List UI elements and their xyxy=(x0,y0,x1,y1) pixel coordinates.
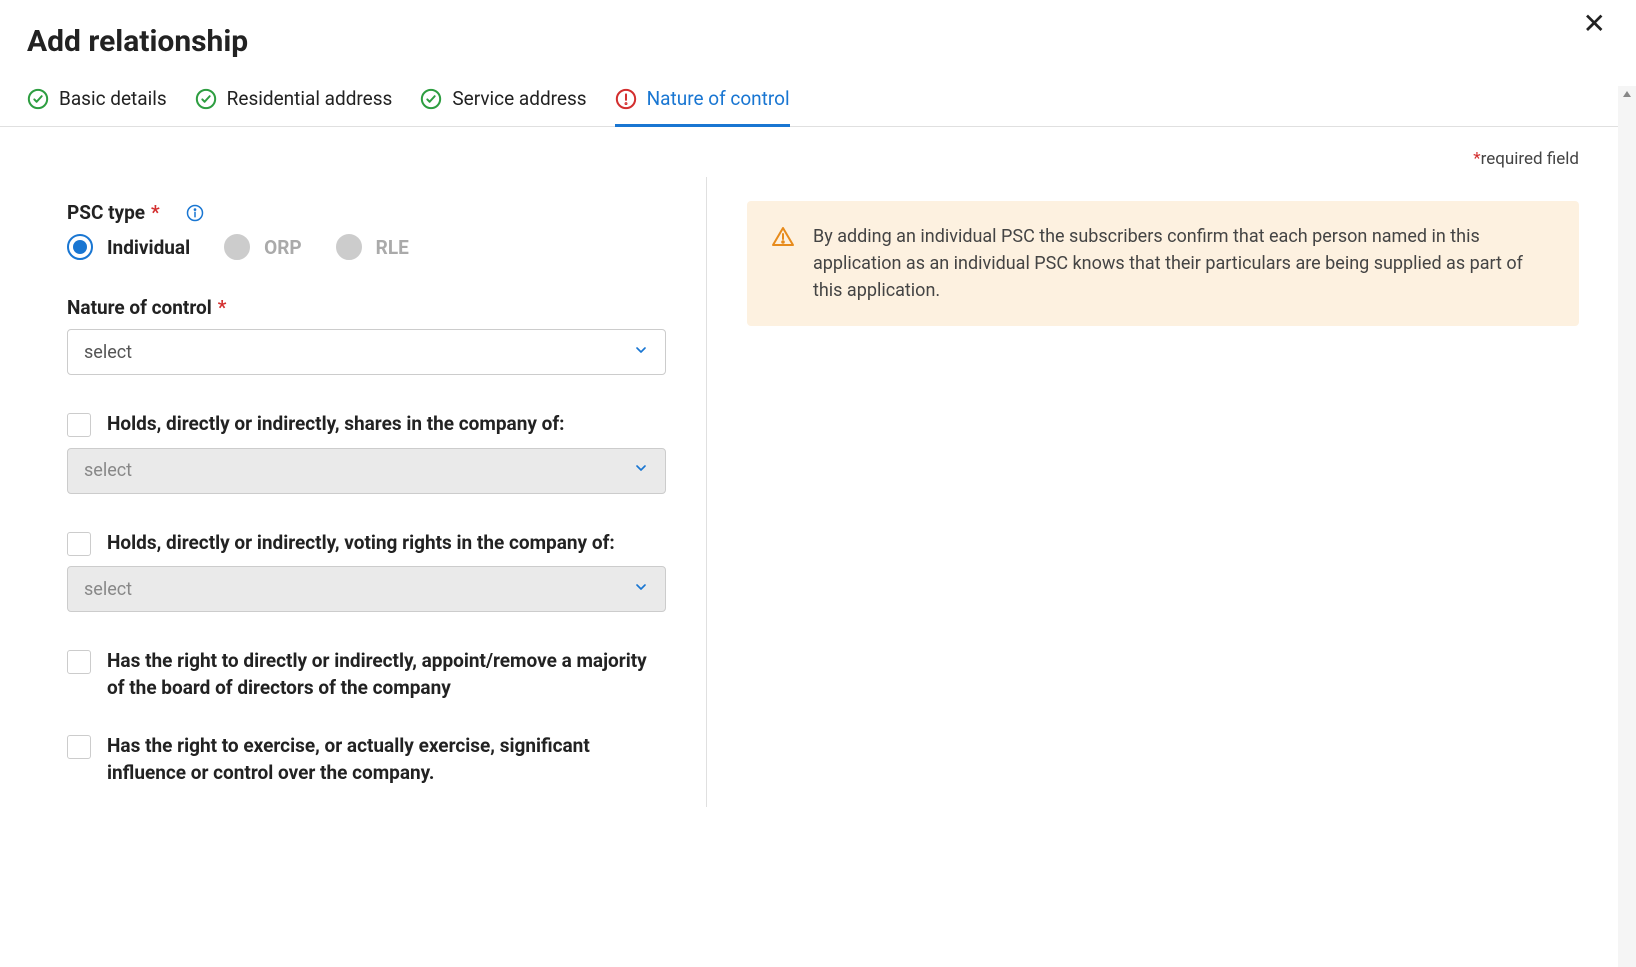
required-field-note: *required field xyxy=(27,127,1609,169)
radio-rle: RLE xyxy=(336,234,409,260)
alert-text: By adding an individual PSC the subscrib… xyxy=(813,223,1555,304)
checkbox-label: Has the right to exercise, or actually e… xyxy=(107,733,666,786)
close-button[interactable]: ✕ xyxy=(1583,10,1606,38)
radio-orp: ORP xyxy=(224,234,302,260)
check-circle-icon xyxy=(27,88,49,110)
alert-circle-icon xyxy=(615,88,637,110)
checkbox-appoint-remove-directors[interactable] xyxy=(67,650,91,674)
page-title: Add relationship xyxy=(0,0,1636,77)
radio-icon xyxy=(336,234,362,260)
tabs-bar: Basic details Residential address Servic… xyxy=(0,77,1636,127)
scrollbar[interactable] xyxy=(1618,86,1636,967)
radio-label: Individual xyxy=(107,236,190,259)
checkbox-significant-influence[interactable] xyxy=(67,735,91,759)
voting-rights-select: select xyxy=(67,566,666,612)
psc-type-label: PSC type* xyxy=(67,201,666,224)
checkbox-label: Holds, directly or indirectly, voting ri… xyxy=(107,530,615,557)
radio-icon xyxy=(67,234,93,260)
warning-triangle-icon xyxy=(771,225,795,249)
info-column: By adding an individual PSC the subscrib… xyxy=(747,177,1609,807)
shares-select: select xyxy=(67,448,666,494)
select-placeholder: select xyxy=(84,342,132,363)
form-column: PSC type* Individual ORP xyxy=(27,177,707,807)
checkbox-label: Has the right to directly or indirectly,… xyxy=(107,648,666,701)
tab-nature-of-control[interactable]: Nature of control xyxy=(615,77,790,127)
radio-label: ORP xyxy=(264,236,302,259)
scrollbar-up-arrow[interactable] xyxy=(1618,86,1636,102)
chevron-down-icon xyxy=(633,579,649,600)
checkbox-label: Holds, directly or indirectly, shares in… xyxy=(107,411,565,438)
radio-icon xyxy=(224,234,250,260)
warning-alert: By adding an individual PSC the subscrib… xyxy=(747,201,1579,326)
chevron-down-icon xyxy=(633,460,649,481)
tab-basic-details[interactable]: Basic details xyxy=(27,77,167,127)
tab-residential-address[interactable]: Residential address xyxy=(195,77,393,127)
check-circle-icon xyxy=(195,88,217,110)
nature-of-control-select[interactable]: select xyxy=(67,329,666,375)
select-placeholder: select xyxy=(84,579,132,600)
check-circle-icon xyxy=(420,88,442,110)
chevron-down-icon xyxy=(633,342,649,363)
select-placeholder: select xyxy=(84,460,132,481)
tab-label: Service address xyxy=(452,87,586,110)
tab-label: Nature of control xyxy=(647,87,790,110)
info-icon[interactable] xyxy=(186,204,204,222)
checkbox-shares[interactable] xyxy=(67,413,91,437)
radio-individual[interactable]: Individual xyxy=(67,234,190,260)
tab-label: Basic details xyxy=(59,87,167,110)
nature-of-control-label: Nature of control* xyxy=(67,296,666,319)
psc-type-radio-group: Individual ORP RLE xyxy=(67,234,666,260)
checkbox-voting-rights[interactable] xyxy=(67,532,91,556)
tab-service-address[interactable]: Service address xyxy=(420,77,586,127)
tab-label: Residential address xyxy=(227,87,393,110)
radio-label: RLE xyxy=(376,236,409,259)
